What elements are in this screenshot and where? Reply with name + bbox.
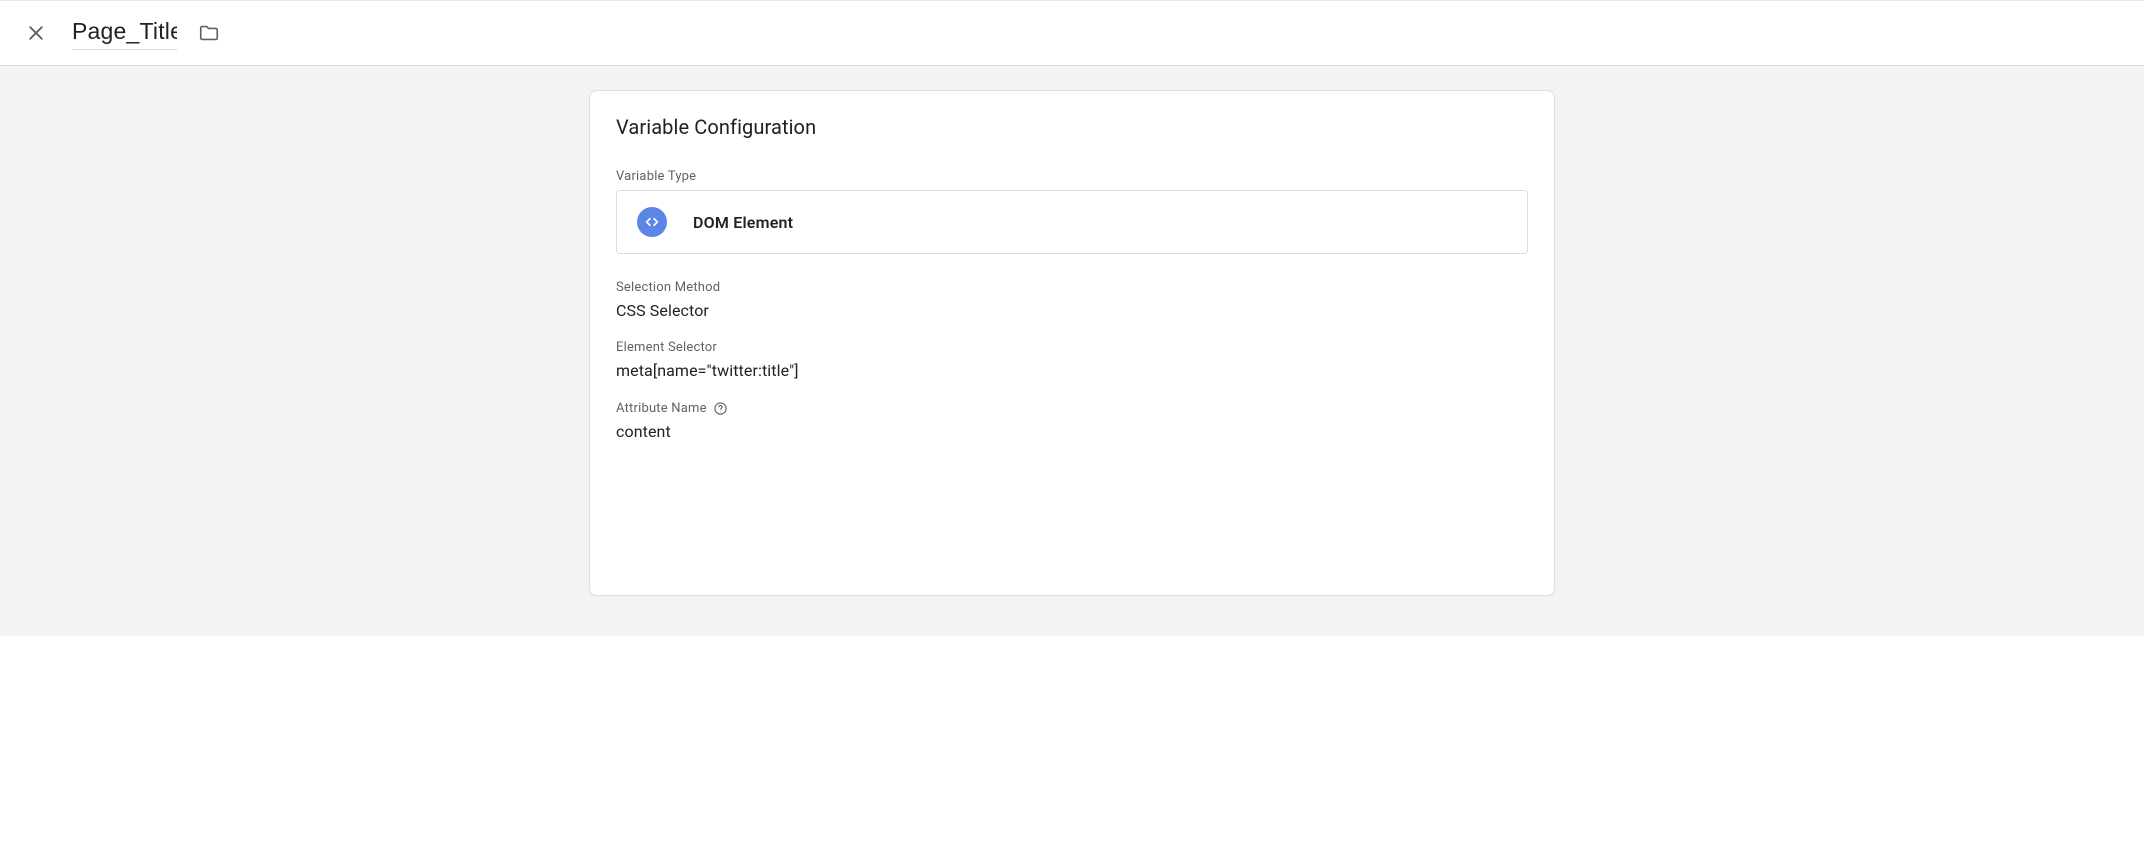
- variable-name-input[interactable]: [72, 16, 177, 50]
- help-icon[interactable]: [713, 400, 729, 416]
- element-selector-group: Element Selector meta[name="twitter:titl…: [616, 340, 1528, 380]
- variable-type-selector[interactable]: DOM Element: [616, 190, 1528, 254]
- close-button[interactable]: [24, 21, 48, 45]
- variable-type-name: DOM Element: [693, 213, 793, 232]
- folder-icon: [198, 22, 220, 44]
- attribute-name-label: Attribute Name: [616, 400, 1528, 416]
- dialog-header: [0, 0, 2144, 66]
- variable-type-label: Variable Type: [616, 169, 1528, 184]
- selection-method-value: CSS Selector: [616, 301, 1528, 320]
- attribute-name-value: content: [616, 422, 1528, 441]
- content-area: Variable Configuration Variable Type DOM…: [0, 66, 2144, 636]
- selection-method-group: Selection Method CSS Selector: [616, 280, 1528, 320]
- close-icon: [26, 23, 46, 43]
- attribute-name-group: Attribute Name content: [616, 400, 1528, 441]
- element-selector-label: Element Selector: [616, 340, 1528, 355]
- dom-element-icon: [637, 207, 667, 237]
- attribute-name-label-text: Attribute Name: [616, 401, 707, 416]
- element-selector-value: meta[name="twitter:title"]: [616, 361, 1528, 380]
- selection-method-label: Selection Method: [616, 280, 1528, 295]
- variable-configuration-card: Variable Configuration Variable Type DOM…: [589, 90, 1555, 596]
- folder-button[interactable]: [197, 21, 221, 45]
- card-title: Variable Configuration: [616, 115, 1528, 139]
